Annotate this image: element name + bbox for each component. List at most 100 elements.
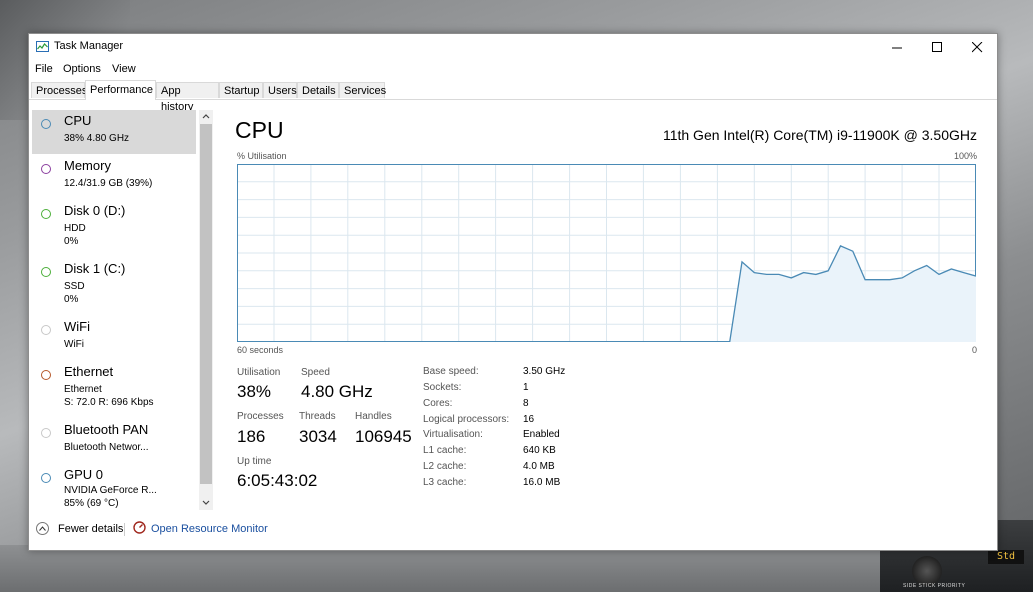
stat-value-threads: 3034 bbox=[299, 427, 337, 446]
scroll-up-icon[interactable] bbox=[202, 113, 210, 119]
spec-key: L1 cache: bbox=[423, 445, 467, 456]
spec-value: 3.50 GHz bbox=[523, 366, 566, 377]
spec-value: 1 bbox=[523, 382, 529, 393]
spec-key: L3 cache: bbox=[423, 477, 467, 488]
chevron-up-icon[interactable] bbox=[36, 522, 49, 535]
background-panel bbox=[0, 545, 880, 592]
sidebar-item-detail: Bluetooth Networ... bbox=[64, 442, 149, 453]
sidebar-scrollbar[interactable] bbox=[199, 110, 213, 510]
sidebar-item-detail: Ethernet bbox=[64, 384, 102, 395]
stat-label-speed: Speed bbox=[301, 367, 330, 378]
menu-options[interactable]: Options bbox=[63, 63, 101, 75]
cpu-model: 11th Gen Intel(R) Core(TM) i9-11900K @ 3… bbox=[662, 127, 977, 143]
minimize-icon bbox=[891, 47, 902, 48]
wifi-indicator-icon bbox=[41, 325, 51, 335]
tab-app-history[interactable]: App history bbox=[156, 82, 219, 113]
title-bar[interactable]: Task Manager bbox=[29, 34, 997, 60]
spec-key: Base speed: bbox=[423, 366, 479, 377]
sidebar-item-detail: HDD bbox=[64, 223, 86, 234]
open-resource-monitor-link[interactable]: Open Resource Monitor bbox=[151, 523, 268, 535]
footer-divider bbox=[124, 523, 125, 536]
sidebar-item-bluetooth-pan[interactable]: Bluetooth PAN Bluetooth Networ... bbox=[32, 419, 196, 463]
sidebar-item-detail: NVIDIA GeForce R... bbox=[64, 485, 157, 496]
gpu-indicator-icon bbox=[41, 473, 51, 483]
tab-users[interactable]: Users bbox=[263, 82, 297, 98]
close-button[interactable] bbox=[957, 34, 997, 60]
sidebar-item-detail: 85% (69 °C) bbox=[64, 498, 119, 509]
stat-value-speed: 4.80 GHz bbox=[301, 382, 373, 401]
task-manager-icon bbox=[36, 41, 49, 52]
graph-time-start: 60 seconds bbox=[237, 345, 284, 355]
close-icon bbox=[971, 41, 982, 52]
spec-value: 8 bbox=[523, 398, 529, 409]
sidebar-item-detail: SSD bbox=[64, 281, 85, 292]
footer-bar: Fewer details Open Resource Monitor bbox=[29, 518, 997, 548]
sidebar-item-detail: 0% bbox=[64, 236, 79, 247]
tab-details[interactable]: Details bbox=[297, 82, 339, 98]
sidebar-item-memory[interactable]: Memory 12.4/31.9 GB (39%) bbox=[32, 155, 196, 199]
sidebar-item-label: Memory bbox=[64, 158, 111, 173]
sidebar-item-label: Disk 0 (D:) bbox=[64, 203, 126, 218]
scrollbar-thumb[interactable] bbox=[200, 124, 212, 484]
sidebar-item-label: Disk 1 (C:) bbox=[64, 261, 126, 276]
sidebar-item-cpu[interactable]: CPU 38% 4.80 GHz bbox=[32, 110, 196, 154]
graph-max-label: 100% bbox=[953, 151, 977, 161]
menu-file[interactable]: File bbox=[35, 63, 53, 75]
sidebar-item-label: Ethernet bbox=[64, 364, 114, 379]
sidebar-item-ethernet[interactable]: Ethernet Ethernet S: 72.0 R: 696 Kbps bbox=[32, 361, 196, 417]
tab-startup[interactable]: Startup bbox=[219, 82, 263, 98]
spec-value: 16.0 MB bbox=[523, 477, 561, 488]
stat-value-uptime: 6:05:43:02 bbox=[237, 471, 318, 490]
tab-performance[interactable]: Performance bbox=[85, 80, 156, 100]
sidebar-item-wifi[interactable]: WiFi WiFi bbox=[32, 316, 196, 360]
sidebar-item-detail: WiFi bbox=[64, 339, 84, 350]
tab-services[interactable]: Services bbox=[339, 82, 386, 98]
background-knob bbox=[912, 556, 942, 586]
maximize-button[interactable] bbox=[917, 34, 957, 60]
spec-value: Enabled bbox=[523, 429, 560, 440]
sidebar-item-gpu-0[interactable]: GPU 0 NVIDIA GeForce R... 85% (69 °C) bbox=[32, 464, 196, 510]
minimize-button[interactable] bbox=[877, 34, 917, 60]
cpu-indicator-icon bbox=[41, 119, 51, 129]
sidebar-item-detail: S: 72.0 R: 696 Kbps bbox=[64, 397, 154, 408]
window-title: Task Manager bbox=[54, 40, 124, 52]
sidebar-item-detail: 0% bbox=[64, 294, 79, 305]
bluetooth-indicator-icon bbox=[41, 428, 51, 438]
spec-value: 640 KB bbox=[523, 445, 556, 456]
resource-monitor-icon bbox=[133, 521, 146, 534]
spec-key: Sockets: bbox=[423, 382, 462, 393]
ethernet-indicator-icon bbox=[41, 370, 51, 380]
stat-value-handles: 106945 bbox=[355, 427, 412, 446]
fewer-details-button[interactable]: Fewer details bbox=[58, 523, 123, 535]
tab-bar: Processes Performance App history Startu… bbox=[29, 80, 997, 113]
tab-processes[interactable]: Processes bbox=[31, 82, 87, 98]
spec-key: Cores: bbox=[423, 398, 453, 409]
stat-label-threads: Threads bbox=[299, 411, 336, 422]
sidebar-item-disk-1[interactable]: Disk 1 (C:) SSD 0% bbox=[32, 258, 196, 314]
menu-view[interactable]: View bbox=[112, 63, 136, 75]
page-title: CPU bbox=[235, 117, 284, 143]
maximize-icon bbox=[931, 41, 942, 52]
spec-key: L2 cache: bbox=[423, 461, 467, 472]
sidebar-item-label: GPU 0 bbox=[64, 467, 104, 482]
memory-indicator-icon bbox=[41, 164, 51, 174]
stat-value-processes: 186 bbox=[237, 427, 266, 446]
sidebar-item-label: Bluetooth PAN bbox=[64, 422, 149, 437]
sidebar-item-detail: 38% 4.80 GHz bbox=[64, 133, 130, 144]
graph-y-label: % Utilisation bbox=[237, 151, 287, 161]
resource-list: CPU 38% 4.80 GHz Memory 12.4/31.9 GB (39… bbox=[32, 110, 196, 510]
stat-label-utilisation: Utilisation bbox=[237, 367, 281, 378]
task-manager-window: Task Manager File Options View Processes… bbox=[28, 33, 998, 551]
disk-indicator-icon bbox=[41, 209, 51, 219]
cpu-utilisation-graph bbox=[237, 164, 976, 342]
menu-bar: File Options View bbox=[29, 60, 997, 80]
scroll-down-icon[interactable] bbox=[202, 500, 210, 506]
sidebar-item-label: CPU bbox=[64, 113, 92, 128]
spec-value: 16 bbox=[523, 414, 535, 425]
graph-time-end: 0 bbox=[971, 345, 977, 355]
sidebar-item-disk-0[interactable]: Disk 0 (D:) HDD 0% bbox=[32, 200, 196, 256]
stat-label-handles: Handles bbox=[355, 411, 392, 422]
spec-key: Logical processors: bbox=[423, 414, 510, 425]
stat-value-utilisation: 38% bbox=[237, 382, 272, 401]
spec-key: Virtualisation: bbox=[423, 429, 483, 440]
